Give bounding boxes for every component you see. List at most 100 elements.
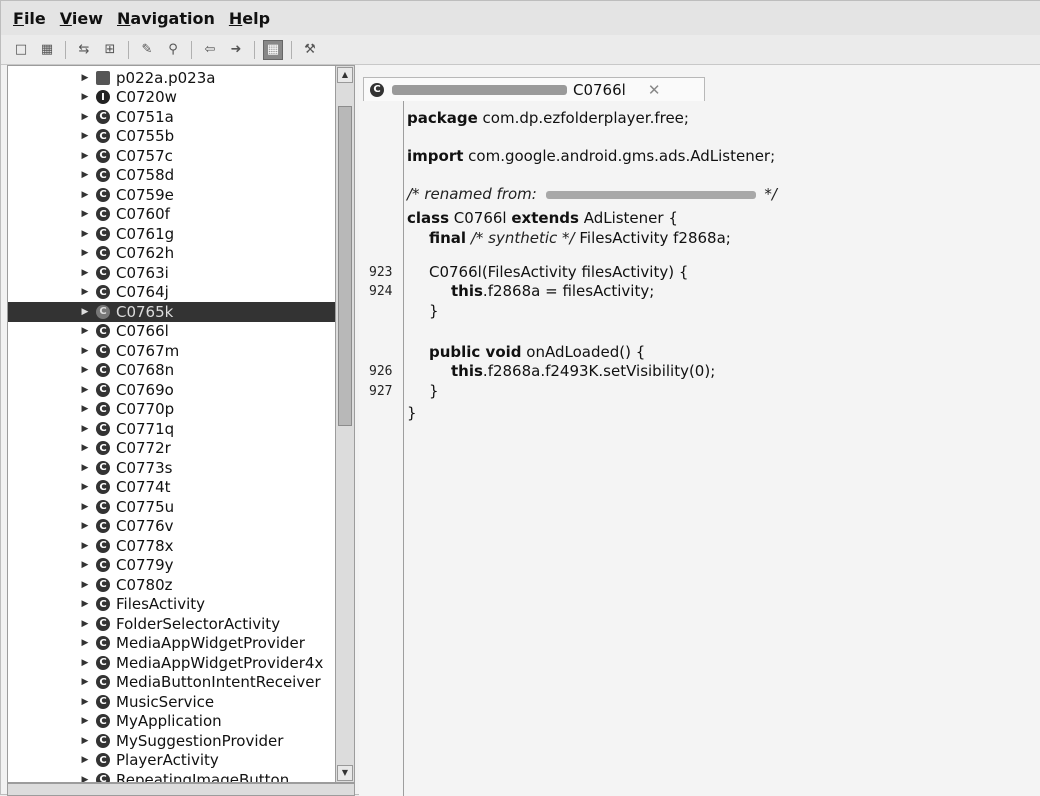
tree-item[interactable]: ▶ C C0758d [8, 166, 340, 186]
tree-item[interactable]: ▶ C C0762h [8, 244, 340, 264]
expand-arrow-icon[interactable]: ▶ [80, 736, 90, 746]
tree-item[interactable]: ▶ C C0769o [8, 380, 340, 400]
tab-c0766l[interactable]: C C0766l ✕ [363, 77, 705, 101]
expand-arrow-icon[interactable]: ▶ [80, 92, 90, 102]
menu-help[interactable]: Help [229, 9, 270, 28]
tree-item[interactable]: ▶ C C0774t [8, 478, 340, 498]
tree-item[interactable]: ▶ C PlayerActivity [8, 751, 340, 771]
expand-arrow-icon[interactable]: ▶ [80, 658, 90, 668]
expand-arrow-icon[interactable]: ▶ [80, 190, 90, 200]
menu-file[interactable]: File [13, 9, 46, 28]
expand-arrow-icon[interactable]: ▶ [80, 716, 90, 726]
tree-item[interactable]: ▶ C MyApplication [8, 712, 340, 732]
tree-item[interactable]: ▶ C C0772r [8, 439, 340, 459]
tree-item[interactable]: ▶ C C0773s [8, 458, 340, 478]
tree-horizontal-scrollbar[interactable] [7, 783, 355, 796]
expand-arrow-icon[interactable]: ▶ [80, 365, 90, 375]
scroll-up-icon[interactable]: ▲ [337, 67, 353, 83]
tree-item[interactable]: ▶ C C0780z [8, 575, 340, 595]
tree-item[interactable]: ▶ C C0763i [8, 263, 340, 283]
tree-item[interactable]: ▶ C FolderSelectorActivity [8, 614, 340, 634]
tree-item[interactable]: ▶ I C0720w [8, 88, 340, 108]
menu-navigation[interactable]: Navigation [117, 9, 215, 28]
tree-item[interactable]: ▶ C MediaAppWidgetProvider4x [8, 653, 340, 673]
expand-arrow-icon[interactable]: ▶ [80, 112, 90, 122]
expand-arrow-icon[interactable]: ▶ [80, 521, 90, 531]
expand-arrow-icon[interactable]: ▶ [80, 268, 90, 278]
tree-item[interactable]: ▶ C C0765k [8, 302, 340, 322]
expand-arrow-icon[interactable]: ▶ [80, 73, 90, 83]
tree-item[interactable]: ▶ C C0760f [8, 205, 340, 225]
scroll-down-icon[interactable]: ▼ [337, 765, 353, 781]
tree-vertical-scrollbar[interactable]: ▲ ▼ [335, 65, 355, 783]
tree-item[interactable]: ▶ C C0771q [8, 419, 340, 439]
expand-arrow-icon[interactable]: ▶ [80, 580, 90, 590]
tree-item[interactable]: ▶ C C0778x [8, 536, 340, 556]
tree-item[interactable]: ▶ C RepeatingImageButton [8, 770, 340, 782]
expand-arrow-icon[interactable]: ▶ [80, 151, 90, 161]
expand-arrow-icon[interactable]: ▶ [80, 307, 90, 317]
expand-arrow-icon[interactable]: ▶ [80, 209, 90, 219]
tree-item[interactable]: ▶ C C0757c [8, 146, 340, 166]
tree-item[interactable]: ▶ p022a.p023a [8, 68, 340, 88]
search-icon[interactable]: ⚲ [163, 40, 183, 60]
tree-item[interactable]: ▶ C FilesActivity [8, 595, 340, 615]
expand-arrow-icon[interactable]: ▶ [80, 482, 90, 492]
expand-arrow-icon[interactable]: ▶ [80, 697, 90, 707]
expand-arrow-icon[interactable]: ▶ [80, 755, 90, 765]
tree-item[interactable]: ▶ C C0776v [8, 517, 340, 537]
tree-item[interactable]: ▶ C C0766l [8, 322, 340, 342]
tree-item[interactable]: ▶ C C0779y [8, 556, 340, 576]
expand-arrow-icon[interactable]: ▶ [80, 443, 90, 453]
tree-item[interactable]: ▶ C MySuggestionProvider [8, 731, 340, 751]
save-all-icon[interactable]: ▦ [37, 40, 57, 60]
scrollbar-thumb[interactable] [338, 106, 352, 426]
tree-item[interactable]: ▶ C C0775u [8, 497, 340, 517]
back-icon[interactable]: ⇦ [200, 40, 220, 60]
expand-arrow-icon[interactable]: ▶ [80, 541, 90, 551]
expand-arrow-icon[interactable]: ▶ [80, 248, 90, 258]
close-tab-icon[interactable]: ✕ [648, 81, 661, 99]
expand-arrow-icon[interactable]: ▶ [80, 599, 90, 609]
expand-arrow-icon[interactable]: ▶ [80, 326, 90, 336]
expand-arrow-icon[interactable]: ▶ [80, 502, 90, 512]
tree-item[interactable]: ▶ C MusicService [8, 692, 340, 712]
expand-arrow-icon[interactable]: ▶ [80, 404, 90, 414]
expand-arrow-icon[interactable]: ▶ [80, 424, 90, 434]
expand-arrow-icon[interactable]: ▶ [80, 677, 90, 687]
decompile-icon[interactable]: ✎ [137, 40, 157, 60]
sync-tree-icon[interactable]: ⊞ [100, 40, 120, 60]
menu-view[interactable]: View [60, 9, 103, 28]
tree-item[interactable]: ▶ C C0751a [8, 107, 340, 127]
tree-item[interactable]: ▶ C C0759e [8, 185, 340, 205]
class-tree[interactable]: ▶ p022a.p023a ▶ I C0720w ▶ C C0751a ▶ C C0755b ▶ C C0… [7, 65, 341, 783]
preferences-icon[interactable]: ⚒ [300, 40, 320, 60]
expand-arrow-icon[interactable]: ▶ [80, 287, 90, 297]
flatten-packages-icon[interactable]: ▦ [263, 39, 283, 60]
expand-arrow-icon[interactable]: ▶ [80, 560, 90, 570]
tree-item[interactable]: ▶ C C0764j [8, 283, 340, 303]
expand-arrow-icon[interactable]: ▶ [80, 229, 90, 239]
tree-item[interactable]: ▶ C C0768n [8, 361, 340, 381]
tree-item[interactable]: ▶ C C0761g [8, 224, 340, 244]
expand-arrow-icon[interactable]: ▶ [80, 385, 90, 395]
expand-arrow-icon[interactable]: ▶ [80, 775, 90, 782]
expand-arrow-icon[interactable]: ▶ [80, 619, 90, 629]
expand-arrow-icon[interactable]: ▶ [80, 131, 90, 141]
code-area[interactable]: package com.dp.ezfolderplayer.free; impor… [407, 101, 1037, 796]
expand-arrow-icon[interactable]: ▶ [80, 346, 90, 356]
sync-icon[interactable]: ⇆ [74, 40, 94, 60]
forward-icon[interactable]: ➜ [226, 40, 246, 60]
expand-arrow-icon[interactable]: ▶ [80, 638, 90, 648]
tree-item[interactable]: ▶ C MediaAppWidgetProvider [8, 634, 340, 654]
tree-item[interactable]: ▶ C MediaButtonIntentReceiver [8, 673, 340, 693]
expand-arrow-icon[interactable]: ▶ [80, 463, 90, 473]
open-file-icon[interactable]: □ [11, 40, 31, 60]
tree-item[interactable]: ▶ C C0767m [8, 341, 340, 361]
tree-item-label: C0771q [116, 419, 175, 438]
expand-arrow-icon[interactable]: ▶ [80, 170, 90, 180]
tree-item-label: C0761g [116, 224, 175, 243]
tree-item[interactable]: ▶ C C0755b [8, 127, 340, 147]
tree-item[interactable]: ▶ C C0770p [8, 400, 340, 420]
code-keyword: public void [429, 343, 522, 361]
